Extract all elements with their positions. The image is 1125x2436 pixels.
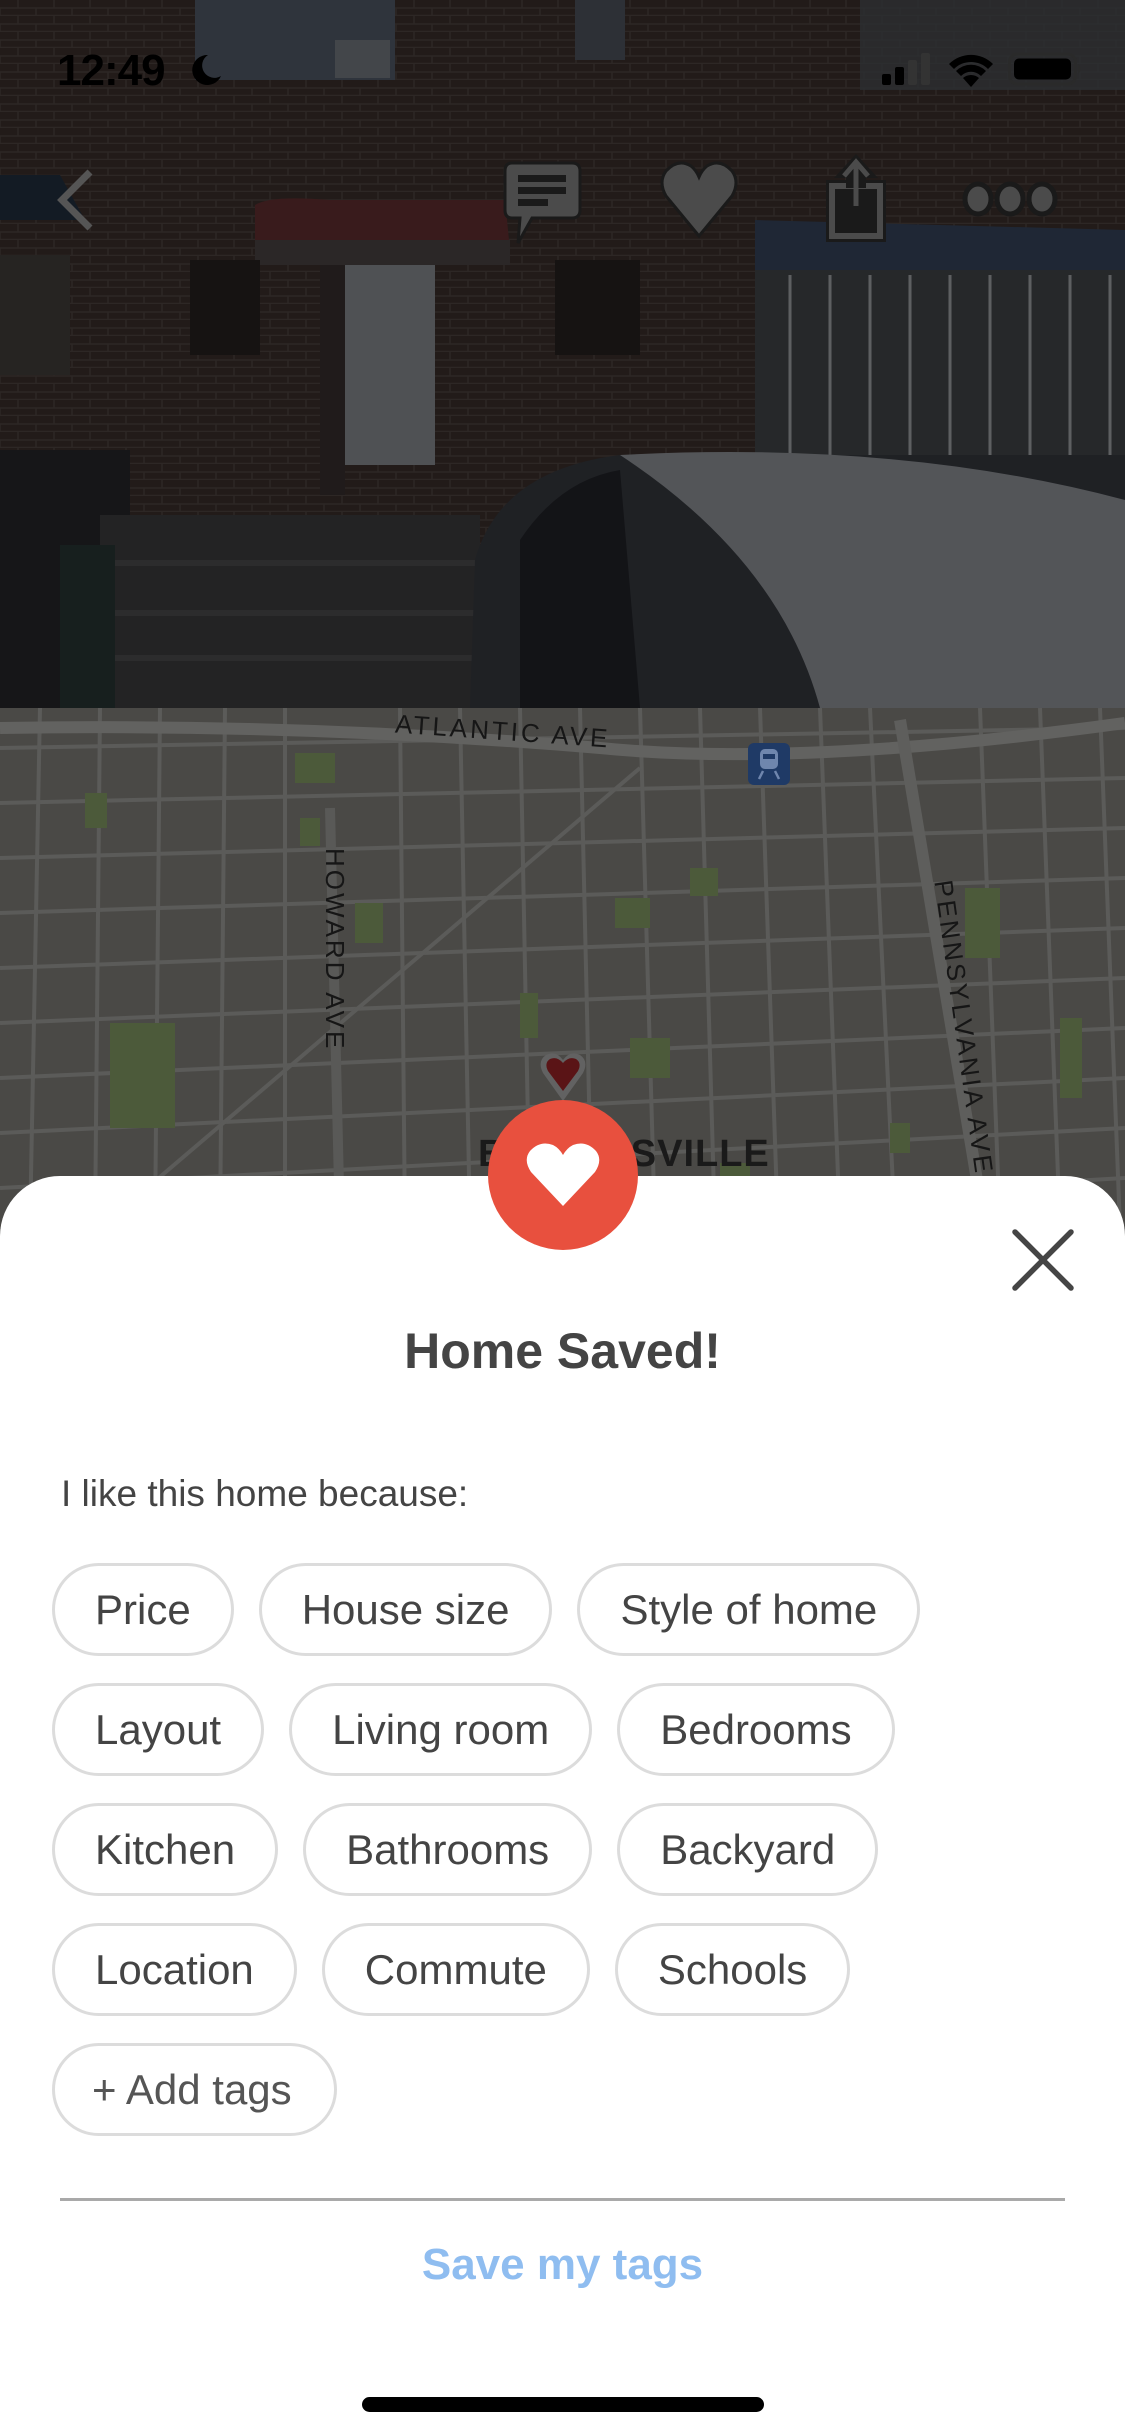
- wifi-icon: [946, 52, 996, 88]
- street-label-howard: HOWARD AVE: [320, 848, 350, 1052]
- home-location-pin[interactable]: [538, 1051, 588, 1103]
- tag-bathrooms[interactable]: Bathrooms: [303, 1803, 593, 1896]
- tag-house-size[interactable]: House size: [258, 1563, 553, 1656]
- tag-style-of-home[interactable]: Style of home: [577, 1563, 921, 1656]
- comment-button[interactable]: [500, 158, 585, 248]
- status-time: 12:49: [57, 46, 166, 95]
- divider: [60, 2198, 1065, 2201]
- tag-price[interactable]: Price: [52, 1563, 234, 1656]
- heart-icon: [526, 1143, 600, 1206]
- home-indicator[interactable]: [362, 2397, 764, 2412]
- tag-location[interactable]: Location: [52, 1923, 297, 2016]
- chevron-left-icon: [57, 169, 93, 231]
- share-icon: [826, 154, 886, 242]
- sheet-title: Home Saved!: [404, 1323, 721, 1379]
- moon-icon: [188, 52, 224, 88]
- photo-dim-overlay: [0, 0, 1125, 708]
- tag-backyard[interactable]: Backyard: [617, 1803, 879, 1896]
- favorite-button[interactable]: [658, 160, 740, 240]
- comment-icon: [503, 161, 582, 244]
- listing-photo[interactable]: [0, 0, 1125, 708]
- add-tags-button[interactable]: + Add tags: [52, 2043, 337, 2136]
- battery-icon: [1008, 52, 1084, 86]
- tag-schools[interactable]: Schools: [614, 1923, 851, 2016]
- signal-icon: [880, 52, 932, 86]
- tag-living-room[interactable]: Living room: [289, 1683, 593, 1776]
- transit-station-marker[interactable]: [748, 743, 790, 785]
- close-icon: [1012, 1229, 1074, 1291]
- close-button[interactable]: [995, 1212, 1091, 1308]
- heart-icon: [660, 161, 738, 239]
- share-button[interactable]: [820, 150, 895, 245]
- saved-heart-badge: [488, 1100, 638, 1250]
- back-button[interactable]: [40, 160, 110, 240]
- tag-kitchen[interactable]: Kitchen: [52, 1803, 279, 1896]
- train-icon: [757, 749, 781, 780]
- more-button[interactable]: [960, 178, 1060, 220]
- heart-pin-icon: [540, 1053, 586, 1101]
- tag-bedrooms[interactable]: Bedrooms: [617, 1683, 895, 1776]
- tag-list: Price House size Style of home Layout Li…: [52, 1563, 1082, 2136]
- more-dots-icon: [962, 181, 1058, 217]
- tag-layout[interactable]: Layout: [52, 1683, 265, 1776]
- tag-commute[interactable]: Commute: [321, 1923, 590, 2016]
- tags-prompt: I like this home because:: [61, 1473, 469, 1514]
- save-tags-button[interactable]: Save my tags: [0, 2240, 1125, 2290]
